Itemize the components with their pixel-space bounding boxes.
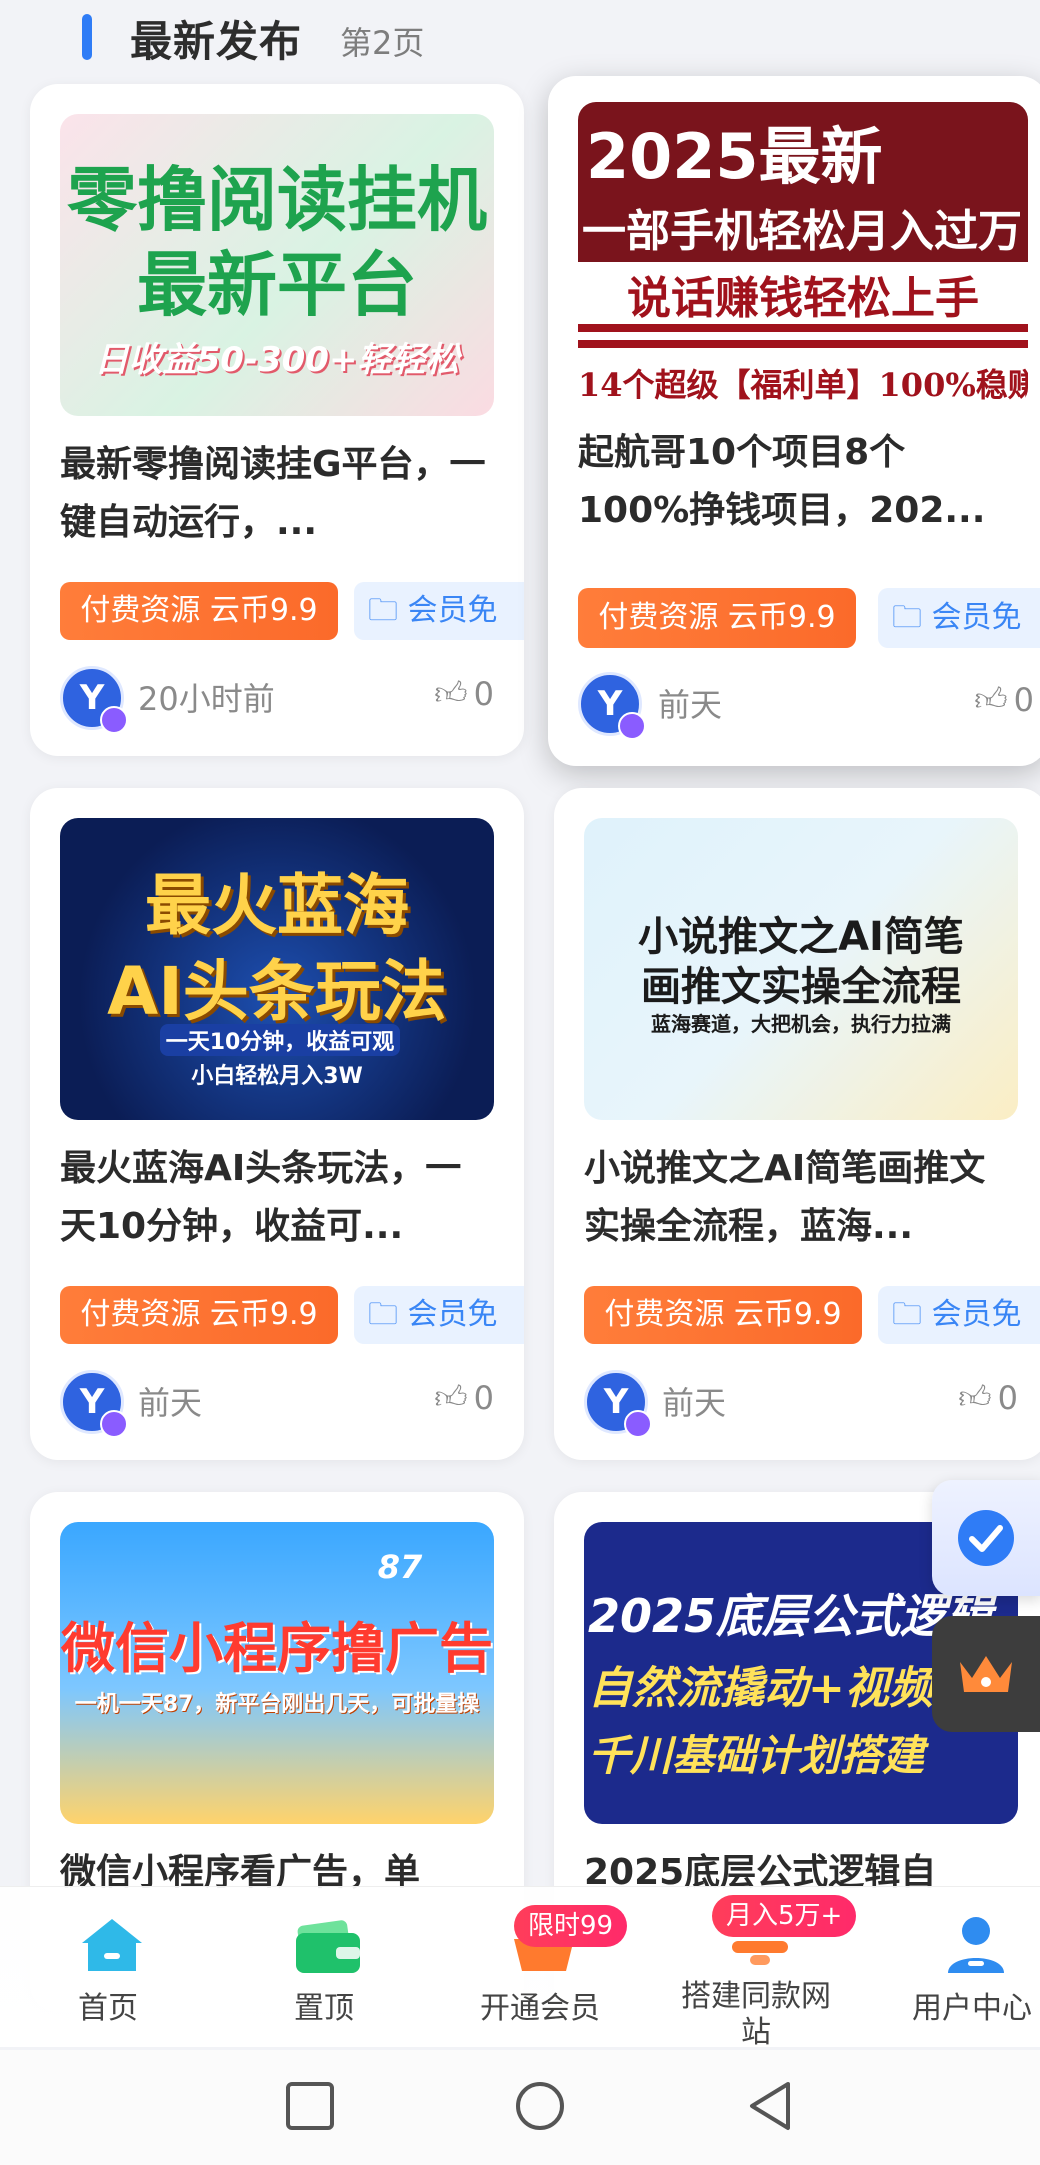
thumbs-up-icon: 👍︎	[958, 1378, 992, 1416]
post-thumbnail[interactable]: 零撸阅读挂机 最新平台 日收益50-300+轻轻松	[60, 114, 494, 416]
post-title[interactable]: 起航哥10个项目8个100%挣钱项目，202...	[578, 424, 1012, 540]
post-time: 前天	[658, 686, 723, 724]
nav-item-build-site[interactable]: 月入5万+ 搭建同款网站	[652, 1887, 860, 2050]
folder-icon: 🗀	[368, 1297, 408, 1332]
thumb-text: AI头条玩法	[107, 953, 447, 1030]
checkin-float-button[interactable]	[932, 1480, 1040, 1596]
post-card[interactable]: 零撸阅读挂机 最新平台 日收益50-300+轻轻松 最新零撸阅读挂G平台，一键自…	[30, 84, 524, 756]
like-count: 0	[473, 674, 494, 713]
thumb-text: 一部手机轻松月入过万	[578, 202, 1028, 262]
thumb-text: 微信小程序撸广告	[61, 1617, 493, 1680]
nav-label: 置顶	[294, 1991, 354, 2026]
post-thumbnail[interactable]: 最火蓝海 AI头条玩法 一天10分钟，收益可观 小白轻松月入3W	[60, 818, 494, 1120]
thumb-text: 小白轻松月入3W	[191, 1064, 363, 1089]
member-free-badge: 🗀 会员免	[354, 1286, 524, 1344]
system-nav-bar	[0, 2050, 1040, 2165]
home-icon	[82, 1919, 142, 1971]
post-card[interactable]: 2025最新 一部手机轻松月入过万 说话赚钱轻松上手 14个超级【福利单】100…	[548, 76, 1040, 766]
thumb-text: 最火蓝海	[145, 867, 409, 944]
nav-label: 搭建同款网站	[681, 1979, 831, 2050]
like-button[interactable]: 👍︎ 0	[974, 680, 1034, 719]
member-badge-label: 会员免	[931, 1297, 1022, 1332]
post-time: 20小时前	[138, 680, 275, 718]
crown-icon	[960, 1656, 1012, 1692]
thumb-text: 87	[377, 1548, 423, 1586]
thumb-text: 一天10分钟，收益可观	[160, 1024, 400, 1056]
thumb-text: 14个超级【福利单】100%稳赚	[578, 366, 1028, 404]
thumb-text: 2025最新	[586, 120, 883, 193]
member-free-badge: 🗀 会员免	[878, 1286, 1040, 1344]
nav-label: 开通会员	[480, 1991, 600, 2026]
like-button[interactable]: 👍︎ 0	[434, 674, 494, 713]
thumb-text: 画推文实操全流程	[641, 964, 961, 1010]
back-triangle-icon[interactable]	[744, 2080, 796, 2132]
thumbs-up-icon: 👍︎	[434, 674, 468, 712]
like-button[interactable]: 👍︎ 0	[434, 1378, 494, 1417]
section-title: 最新发布	[130, 17, 303, 66]
vip-diamond-icon	[624, 1410, 652, 1438]
nav-item-user-center[interactable]: 用户中心	[868, 1887, 1040, 2047]
thumb-text: 蓝海赛道，大把机会，执行力拉满	[651, 1012, 951, 1036]
like-count: 0	[1013, 680, 1034, 719]
page-indicator: 第2页	[340, 24, 425, 62]
member-badge-label: 会员免	[407, 1297, 498, 1332]
like-button[interactable]: 👍︎ 0	[958, 1378, 1018, 1417]
member-badge-label: 会员免	[931, 600, 1022, 635]
post-card[interactable]: 最火蓝海 AI头条玩法 一天10分钟，收益可观 小白轻松月入3W 最火蓝海AI头…	[30, 788, 524, 1460]
post-thumbnail[interactable]: 87 微信小程序撸广告 一机一天87，新平台刚出几天，可批量操	[60, 1522, 494, 1824]
paid-resource-badge: 付费资源 云币9.9	[584, 1286, 862, 1344]
bottom-nav: 首页 置顶 限时99 开通会员 月入5万+ 搭建同款网站 用户中心	[0, 1886, 1040, 2050]
post-time: 前天	[662, 1384, 727, 1422]
nav-item-pin[interactable]: 置顶	[220, 1887, 428, 2047]
folder-icon: 🗀	[892, 1297, 932, 1332]
thumbs-up-icon: 👍︎	[434, 1378, 468, 1416]
member-free-badge: 🗀 会员免	[354, 582, 524, 640]
post-thumbnail[interactable]: 2025最新 一部手机轻松月入过万 说话赚钱轻松上手 14个超级【福利单】100…	[578, 102, 1028, 406]
vip-diamond-icon	[100, 1410, 128, 1438]
home-circle-icon[interactable]	[514, 2080, 566, 2132]
user-icon	[948, 1917, 1004, 1973]
post-card[interactable]: 小说推文之AI简笔 画推文实操全流程 蓝海赛道，大把机会，执行力拉满 小说推文之…	[554, 788, 1040, 1460]
paid-resource-badge: 付费资源 云币9.9	[578, 588, 856, 648]
income-badge: 月入5万+	[712, 1895, 857, 1937]
wallet-icon	[296, 1920, 360, 1973]
paid-resource-badge: 付费资源 云币9.9	[60, 582, 338, 640]
paid-resource-badge: 付费资源 云币9.9	[60, 1286, 338, 1344]
thumb-text: 说话赚钱轻松上手	[627, 273, 979, 324]
vip-float-button[interactable]	[932, 1616, 1040, 1732]
folder-icon: 🗀	[892, 600, 932, 635]
nav-label: 用户中心	[912, 1991, 1032, 2026]
thumbs-up-icon: 👍︎	[974, 680, 1008, 718]
like-count: 0	[473, 1378, 494, 1417]
post-title[interactable]: 最新零撸阅读挂G平台，一键自动运行，...	[60, 436, 494, 552]
section-header: 最新发布 第2页	[0, 0, 1040, 70]
nav-item-membership[interactable]: 限时99 开通会员	[436, 1887, 644, 2047]
vip-diamond-icon	[618, 712, 646, 740]
thumb-text: 日收益50-300+轻轻松	[94, 340, 460, 380]
post-title[interactable]: 最火蓝海AI头条玩法，一天10分钟，收益可...	[60, 1140, 494, 1256]
member-free-badge: 🗀 会员免	[878, 588, 1040, 648]
post-thumbnail[interactable]: 小说推文之AI简笔 画推文实操全流程 蓝海赛道，大把机会，执行力拉满	[584, 818, 1018, 1120]
recent-apps-icon[interactable]	[284, 2080, 336, 2132]
nav-item-home[interactable]: 首页	[4, 1887, 212, 2047]
like-count: 0	[997, 1378, 1018, 1417]
limited-offer-badge: 限时99	[514, 1905, 628, 1947]
post-title[interactable]: 小说推文之AI简笔画推文实操全流程，蓝海...	[584, 1140, 1018, 1256]
section-accent-bar	[82, 14, 92, 60]
verified-check-icon	[958, 1510, 1014, 1566]
folder-icon: 🗀	[368, 593, 408, 628]
vip-diamond-icon	[100, 706, 128, 734]
post-time: 前天	[138, 1384, 203, 1422]
member-badge-label: 会员免	[407, 593, 498, 628]
thumb-text: 一机一天87，新平台刚出几天，可批量操	[74, 1692, 480, 1717]
nav-label: 首页	[78, 1991, 138, 2026]
thumb-text: 最新平台	[137, 244, 417, 326]
